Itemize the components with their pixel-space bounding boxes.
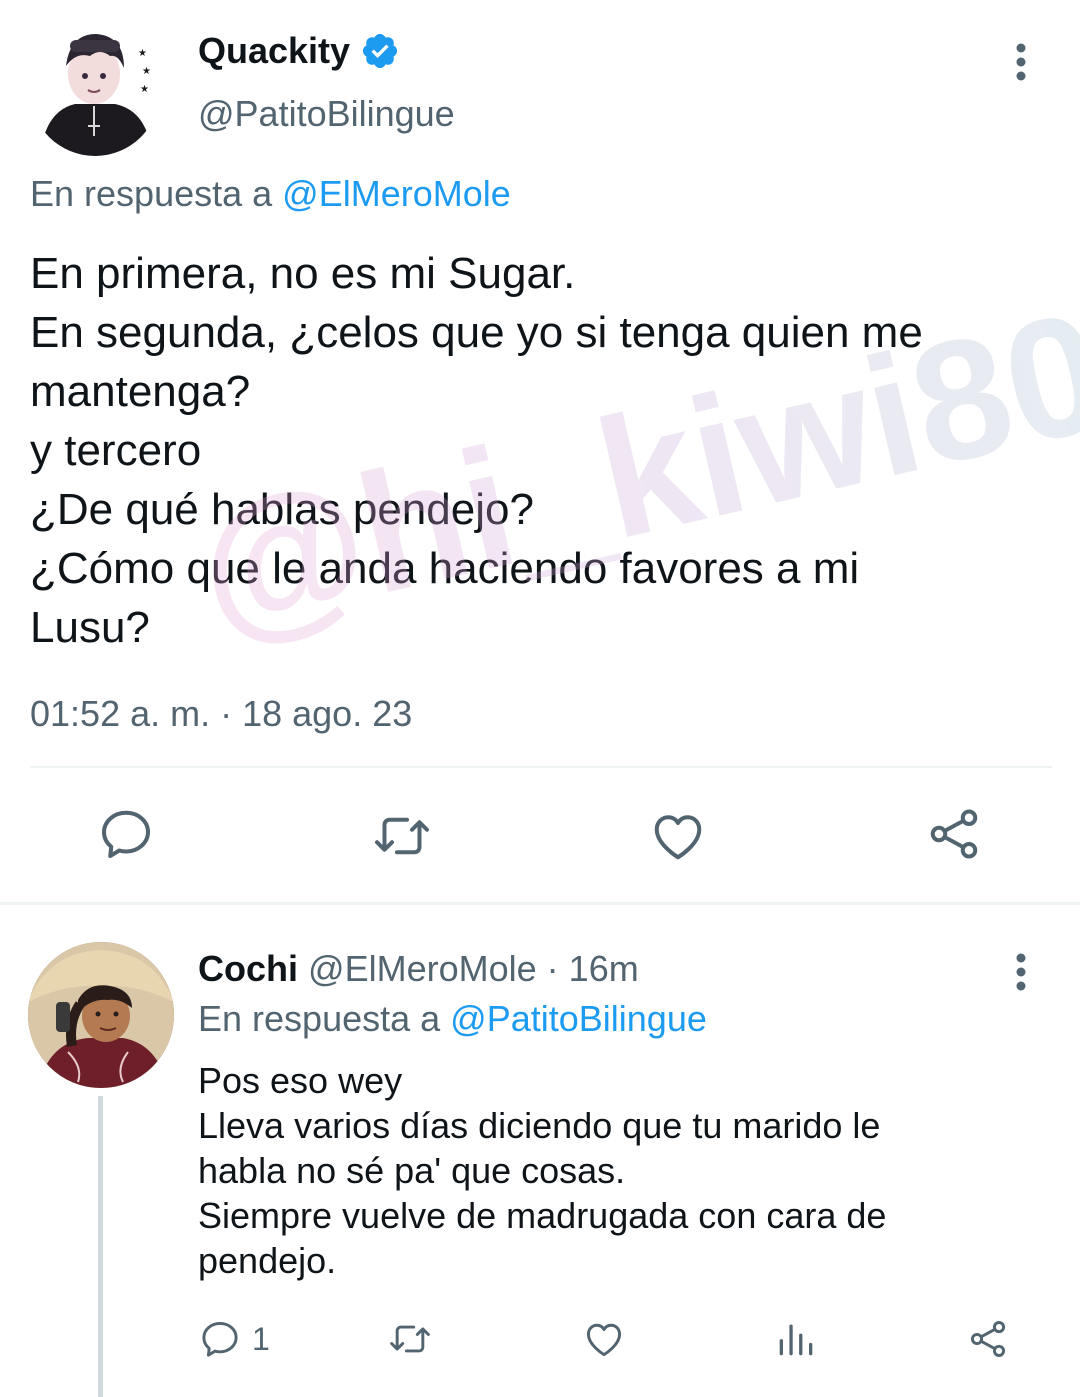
tweet-text-line: En segunda, ¿celos que yo si tenga quien…	[30, 308, 923, 357]
more-options-icon[interactable]	[1004, 40, 1038, 84]
tweet-text-line: mantenga?	[30, 367, 251, 416]
share-icon[interactable]	[966, 1317, 1010, 1361]
retweet-icon[interactable]	[388, 1317, 432, 1361]
svg-text:★: ★	[142, 66, 151, 77]
retweet-icon[interactable]	[372, 806, 432, 866]
svg-text:★: ★	[140, 84, 149, 95]
like-icon[interactable]	[648, 806, 708, 866]
reply-author-handle[interactable]: @ElMeroMole	[308, 948, 537, 989]
reply-button[interactable]: 1	[198, 1316, 270, 1362]
tweet-text-line: ¿Cómo que le anda haciendo favores a mi	[30, 544, 860, 593]
reply-text-line: pendejo.	[198, 1240, 337, 1281]
like-icon[interactable]	[582, 1317, 626, 1361]
author-display-name[interactable]: Quackity	[198, 30, 350, 72]
views-icon[interactable]	[774, 1317, 818, 1361]
tweet-text-line: Lusu?	[30, 603, 150, 652]
thread-connector	[98, 1096, 103, 1397]
author-avatar[interactable]: ★ ★ ★	[30, 26, 160, 156]
tweet-text-line: y tercero	[30, 426, 202, 475]
reply-header: Cochi @ElMeroMole · 16m	[198, 948, 639, 990]
reply-author-name[interactable]: Cochi	[198, 948, 298, 989]
tweet-text: En primera, no es mi Sugar. En segunda, …	[30, 244, 1050, 657]
divider	[30, 766, 1052, 768]
retweet-button[interactable]	[388, 1316, 432, 1362]
reply-icon[interactable]	[96, 804, 156, 864]
reply-author-avatar[interactable]	[28, 942, 174, 1088]
reply-text-line: habla no sé pa' que cosas.	[198, 1150, 626, 1191]
reply-count: 1	[252, 1320, 270, 1357]
views-button[interactable]	[774, 1316, 818, 1362]
author-name[interactable]: Quackity	[198, 30, 400, 72]
verified-badge-icon	[362, 33, 398, 69]
reply-time-ago[interactable]: 16m	[569, 948, 639, 989]
tweet-text-line: ¿De qué hablas pendejo?	[30, 485, 534, 534]
reply-context: En respuesta a @ElMeroMole	[30, 173, 511, 215]
reply-prefix: En respuesta a	[198, 998, 441, 1039]
reply-text: Pos eso wey Lleva varios días diciendo q…	[198, 1058, 1028, 1283]
svg-text:★: ★	[138, 48, 147, 59]
reply-to-link[interactable]: @ElMeroMole	[282, 173, 511, 214]
share-icon[interactable]	[924, 804, 984, 864]
reply-text-line: Siempre vuelve de madrugada con cara de	[198, 1195, 887, 1236]
reply-prefix: En respuesta a	[30, 173, 273, 214]
reply-to-link[interactable]: @PatitoBilingue	[450, 998, 707, 1039]
author-handle[interactable]: @PatitoBilingue	[198, 93, 455, 135]
more-options-icon[interactable]	[1004, 950, 1038, 994]
header-separator: ·	[546, 948, 559, 989]
like-button[interactable]	[582, 1316, 626, 1362]
tweet-timestamp[interactable]: 01:52 a. m. · 18 ago. 23	[30, 693, 412, 735]
tweet-text-line: En primera, no es mi Sugar.	[30, 249, 576, 298]
section-divider	[0, 902, 1080, 905]
reply-context: En respuesta a @PatitoBilingue	[198, 998, 707, 1040]
reply-text-line: Lleva varios días diciendo que tu marido…	[198, 1105, 881, 1146]
reply-icon[interactable]	[198, 1317, 242, 1361]
reply-text-line: Pos eso wey	[198, 1060, 403, 1101]
share-button[interactable]	[966, 1316, 1010, 1362]
